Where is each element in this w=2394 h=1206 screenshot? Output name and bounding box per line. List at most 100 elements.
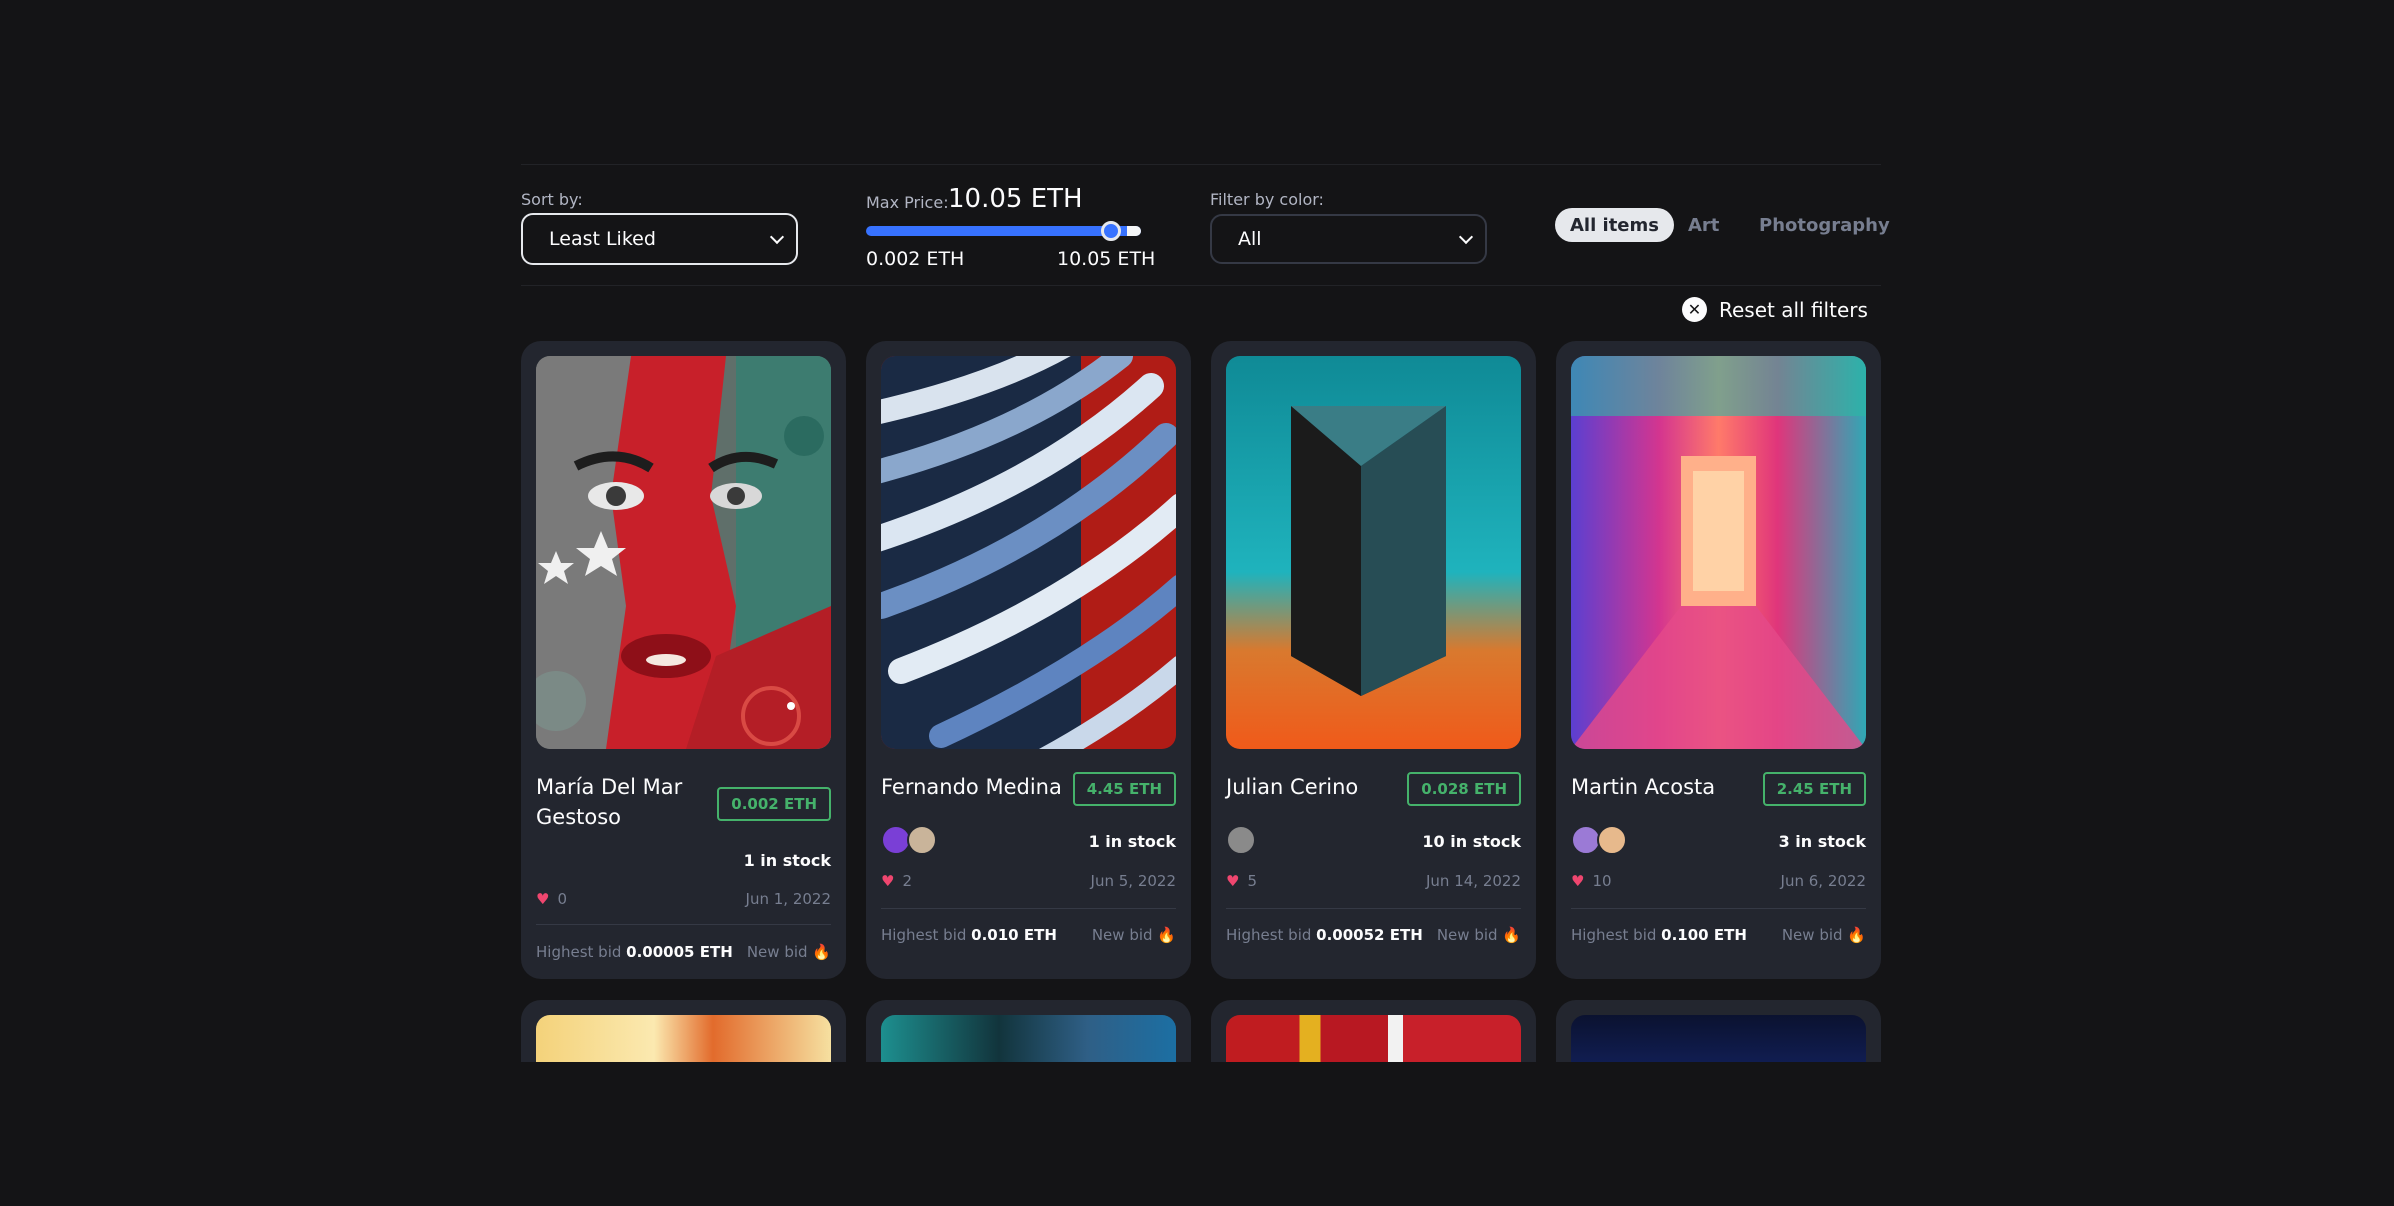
card-price-badge: 2.45 ETH <box>1762 772 1866 806</box>
card-highest-bid: Highest bid 0.00052 ETH <box>1226 926 1423 944</box>
card-stock: 10 in stock <box>1422 832 1521 851</box>
card-image[interactable] <box>1226 1015 1521 1062</box>
card-image[interactable] <box>1571 1015 1866 1062</box>
sort-group: Sort by: <box>521 190 583 209</box>
card-date: Jun 14, 2022 <box>1425 872 1521 890</box>
card-creator-name: Fernando Medina <box>881 775 1062 799</box>
card-avatars <box>1226 825 1256 855</box>
page: Sort by: Least Liked Max Price: 10.05 ET… <box>0 0 2394 1206</box>
card-image[interactable] <box>881 1015 1176 1062</box>
heart-icon: ♥ <box>1571 872 1585 890</box>
fire-icon: 🔥 <box>1157 926 1176 944</box>
card-price-badge: 0.028 ETH <box>1407 772 1521 806</box>
price-slider-remaining <box>1127 226 1141 236</box>
avatar[interactable] <box>1597 825 1627 855</box>
price-range-max: 10.05 ETH <box>1057 248 1156 270</box>
heart-icon: ♥ <box>536 890 550 908</box>
fire-icon: 🔥 <box>812 943 831 961</box>
card-divider <box>1226 908 1521 909</box>
new-bid-button[interactable]: New bid 🔥 <box>1092 926 1176 944</box>
card-likes-count: 2 <box>902 872 912 890</box>
card-divider <box>1571 908 1866 909</box>
close-circle-icon: ✕ <box>1682 297 1707 322</box>
card-avatars <box>1571 825 1627 855</box>
avatar[interactable] <box>1226 825 1256 855</box>
card-image[interactable] <box>536 1015 831 1062</box>
nft-card[interactable] <box>1211 1000 1536 1062</box>
sort-label: Sort by: <box>521 190 583 209</box>
color-filter-select[interactable]: All <box>1210 214 1487 264</box>
card-bid-value: 0.00052 ETH <box>1316 926 1423 944</box>
card-stock: 3 in stock <box>1778 832 1866 851</box>
new-bid-button[interactable]: New bid 🔥 <box>1782 926 1866 944</box>
card-price-badge: 4.45 ETH <box>1072 772 1176 806</box>
nft-card[interactable]: Julian Cerino 0.028 ETH 10 in stock ♥ 5 … <box>1211 341 1536 979</box>
card-likes-count: 10 <box>1592 872 1612 890</box>
card-image[interactable] <box>881 356 1176 749</box>
card-bid-value: 0.100 ETH <box>1661 926 1747 944</box>
new-bid-button[interactable]: New bid 🔥 <box>1437 926 1521 944</box>
color-filter-label: Filter by color: <box>1210 190 1324 209</box>
reset-filters-button[interactable]: ✕ Reset all filters <box>1682 297 1868 322</box>
nft-card[interactable]: Martin Acosta 2.45 ETH 3 in stock ♥ 10 J… <box>1556 341 1881 979</box>
color-filter-group: Filter by color: <box>1210 190 1324 209</box>
price-slider-thumb[interactable] <box>1100 221 1121 241</box>
card-creator-name: Martin Acosta <box>1571 775 1716 799</box>
nft-card[interactable]: Fernando Medina 4.45 ETH 1 in stock ♥ 2 … <box>866 341 1191 979</box>
card-likes[interactable]: ♥ 0 <box>536 890 567 908</box>
tab-photography[interactable]: Photography <box>1744 208 1905 242</box>
heart-icon: ♥ <box>1226 872 1240 890</box>
nft-card[interactable]: María Del Mar Gestoso 0.002 ETH 1 in sto… <box>521 341 846 979</box>
nft-card[interactable] <box>866 1000 1191 1062</box>
reset-filters-label: Reset all filters <box>1719 297 1868 322</box>
card-likes-count: 5 <box>1247 872 1257 890</box>
nft-card[interactable] <box>521 1000 846 1062</box>
card-likes[interactable]: ♥ 10 <box>1571 872 1612 890</box>
new-bid-button[interactable]: New bid 🔥 <box>747 943 831 961</box>
card-date: Jun 5, 2022 <box>1090 872 1176 890</box>
card-divider <box>536 924 831 925</box>
max-price-label: Max Price: <box>866 193 949 212</box>
new-bid-label: New bid <box>746 943 808 961</box>
top-divider <box>521 164 1881 165</box>
card-bid-label: Highest bid <box>1571 926 1657 944</box>
avatar[interactable] <box>907 825 937 855</box>
tab-art[interactable]: Art <box>1673 208 1734 242</box>
card-image[interactable] <box>536 356 831 749</box>
card-avatars <box>881 825 937 855</box>
card-likes-count: 0 <box>557 890 567 908</box>
card-creator-name: Julian Cerino <box>1226 775 1359 799</box>
max-price-value: 10.05 ETH <box>948 184 1083 214</box>
card-image[interactable] <box>1226 356 1521 749</box>
card-creator-name: María Del Mar Gestoso <box>536 775 683 829</box>
card-price-badge: 0.002 ETH <box>717 787 831 821</box>
card-likes[interactable]: ♥ 2 <box>881 872 912 890</box>
card-bid-label: Highest bid <box>1226 926 1312 944</box>
card-bid-value: 0.010 ETH <box>971 926 1057 944</box>
card-divider <box>881 908 1176 909</box>
tab-all-items[interactable]: All items <box>1555 208 1674 242</box>
card-bid-label: Highest bid <box>881 926 967 944</box>
chevron-down-icon <box>1458 229 1474 244</box>
color-filter-value: All <box>1238 228 1262 250</box>
fire-icon: 🔥 <box>1847 926 1866 944</box>
card-bid-label: Highest bid <box>536 943 622 961</box>
price-range-min: 0.002 ETH <box>866 248 965 270</box>
card-highest-bid: Highest bid 0.010 ETH <box>881 926 1057 944</box>
card-date: Jun 6, 2022 <box>1780 872 1866 890</box>
sort-select[interactable]: Least Liked <box>521 213 798 265</box>
card-highest-bid: Highest bid 0.00005 ETH <box>536 943 733 961</box>
new-bid-label: New bid <box>1781 926 1843 944</box>
filter-divider <box>521 285 1881 286</box>
new-bid-label: New bid <box>1091 926 1153 944</box>
sort-select-value: Least Liked <box>549 228 656 250</box>
card-likes[interactable]: ♥ 5 <box>1226 872 1257 890</box>
fire-icon: 🔥 <box>1502 926 1521 944</box>
card-image[interactable] <box>1571 356 1866 749</box>
card-stock: 1 in stock <box>743 851 831 870</box>
nft-card[interactable] <box>1556 1000 1881 1062</box>
chevron-down-icon <box>769 229 785 244</box>
price-slider-track[interactable] <box>866 226 1141 236</box>
card-bid-value: 0.00005 ETH <box>626 943 733 961</box>
card-date: Jun 1, 2022 <box>745 890 831 908</box>
